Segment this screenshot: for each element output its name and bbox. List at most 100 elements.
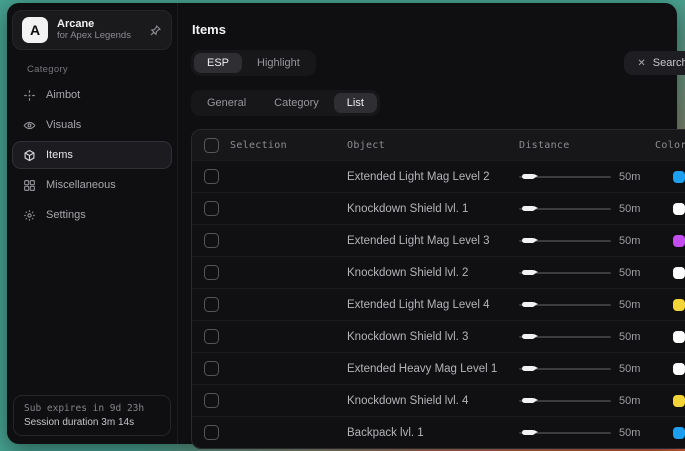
sidebar-item-aimbot[interactable]: Aimbot (12, 81, 172, 109)
app-logo: A (22, 17, 48, 43)
sidebar-item-items[interactable]: Items (12, 141, 172, 169)
sidebar-item-settings[interactable]: Settings (12, 201, 172, 229)
row-checkbox[interactable] (204, 329, 219, 344)
row-checkbox[interactable] (204, 425, 219, 440)
slider-handle[interactable] (522, 206, 535, 211)
sidebar-item-label: Settings (46, 209, 86, 221)
tab-highlight[interactable]: Highlight (244, 53, 313, 73)
distance-value: 50m (619, 427, 655, 439)
object-name: Knockdown Shield lvl. 2 (347, 267, 519, 279)
row-checkbox[interactable] (204, 169, 219, 184)
distance-value: 50m (619, 395, 655, 407)
distance-slider[interactable] (519, 362, 611, 376)
distance-slider[interactable] (519, 330, 611, 344)
table-row: Extended Light Mag Level 4 50m (192, 288, 685, 320)
color-swatch[interactable] (673, 331, 685, 343)
color-swatch[interactable] (673, 299, 685, 311)
color-swatch[interactable] (673, 395, 685, 407)
sidebar-section-label: Category (27, 64, 172, 75)
sidebar-nav: Aimbot Visuals Items (12, 81, 172, 229)
distance-slider[interactable] (519, 426, 611, 440)
page-title: Items (192, 22, 685, 37)
crosshair-icon (23, 89, 36, 102)
table-row: Knockdown Shield lvl. 2 50m (192, 256, 685, 288)
column-header-object: Object (347, 140, 519, 151)
search-button[interactable]: ✕ Search (624, 51, 685, 75)
object-name: Knockdown Shield lvl. 1 (347, 203, 519, 215)
table-row: Knockdown Shield lvl. 1 50m (192, 192, 685, 224)
distance-value: 50m (619, 203, 655, 215)
x-icon: ✕ (637, 58, 645, 69)
select-all-checkbox[interactable] (204, 138, 219, 153)
slider-handle[interactable] (522, 430, 535, 435)
distance-slider[interactable] (519, 234, 611, 248)
app-subtitle: for Apex Legends (57, 31, 140, 42)
sidebar-item-label: Items (46, 149, 73, 161)
row-checkbox[interactable] (204, 361, 219, 376)
pin-icon[interactable] (149, 24, 162, 37)
slider-handle[interactable] (522, 238, 535, 243)
slider-handle[interactable] (522, 398, 535, 403)
distance-slider[interactable] (519, 202, 611, 216)
column-header-selection: Selection (230, 140, 287, 151)
distance-value: 50m (619, 363, 655, 375)
object-name: Extended Light Mag Level 3 (347, 235, 519, 247)
table-header: Selection Object Distance Color (192, 130, 685, 160)
distance-value: 50m (619, 267, 655, 279)
subscription-panel: Sub expires in 9d 23h Session duration 3… (13, 395, 171, 436)
slider-handle[interactable] (522, 270, 535, 275)
column-header-color: Color (655, 140, 685, 151)
distance-value: 50m (619, 235, 655, 247)
color-swatch[interactable] (673, 267, 685, 279)
row-checkbox[interactable] (204, 393, 219, 408)
sidebar: A Arcane for Apex Legends Category (7, 3, 178, 444)
tab-category[interactable]: Category (261, 93, 332, 113)
object-name: Extended Light Mag Level 4 (347, 299, 519, 311)
slider-handle[interactable] (522, 302, 535, 307)
slider-handle[interactable] (522, 174, 535, 179)
distance-value: 50m (619, 331, 655, 343)
slider-handle[interactable] (522, 334, 535, 339)
slider-handle[interactable] (522, 366, 535, 371)
column-header-distance: Distance (519, 140, 619, 151)
sidebar-item-label: Aimbot (46, 89, 80, 101)
color-swatch[interactable] (673, 203, 685, 215)
main-panel: Items ESP Highlight ✕ Search General Cat… (178, 3, 685, 444)
sidebar-item-label: Miscellaneous (46, 179, 116, 191)
sidebar-item-miscellaneous[interactable]: Miscellaneous (12, 171, 172, 199)
object-name: Backpack lvl. 1 (347, 427, 519, 439)
app-window: A Arcane for Apex Legends Category (7, 3, 677, 444)
object-name: Knockdown Shield lvl. 4 (347, 395, 519, 407)
distance-slider[interactable] (519, 170, 611, 184)
sidebar-item-label: Visuals (46, 119, 81, 131)
row-checkbox[interactable] (204, 201, 219, 216)
sidebar-item-visuals[interactable]: Visuals (12, 111, 172, 139)
object-name: Extended Light Mag Level 2 (347, 171, 519, 183)
object-name: Knockdown Shield lvl. 3 (347, 331, 519, 343)
distance-value: 50m (619, 299, 655, 311)
view-tabs: General Category List (191, 90, 380, 116)
table-row: Extended Light Mag Level 3 50m (192, 224, 685, 256)
eye-icon (23, 119, 36, 132)
distance-slider[interactable] (519, 298, 611, 312)
row-checkbox[interactable] (204, 265, 219, 280)
row-checkbox[interactable] (204, 233, 219, 248)
color-swatch[interactable] (673, 235, 685, 247)
cube-icon (23, 149, 36, 162)
object-name: Extended Heavy Mag Level 1 (347, 363, 519, 375)
tab-list[interactable]: List (334, 93, 377, 113)
distance-slider[interactable] (519, 394, 611, 408)
distance-slider[interactable] (519, 266, 611, 280)
session-duration-text: Session duration 3m 14s (24, 417, 160, 428)
app-logo-card: A Arcane for Apex Legends (12, 10, 172, 50)
row-checkbox[interactable] (204, 297, 219, 312)
table-row: Backpack lvl. 1 50m (192, 416, 685, 448)
gear-icon (23, 209, 36, 222)
color-swatch[interactable] (673, 363, 685, 375)
table-row: Extended Heavy Mag Level 1 50m (192, 352, 685, 384)
tab-esp[interactable]: ESP (194, 53, 242, 73)
items-table: Selection Object Distance Color Extended… (191, 129, 685, 449)
color-swatch[interactable] (673, 427, 685, 439)
tab-general[interactable]: General (194, 93, 259, 113)
color-swatch[interactable] (673, 171, 685, 183)
